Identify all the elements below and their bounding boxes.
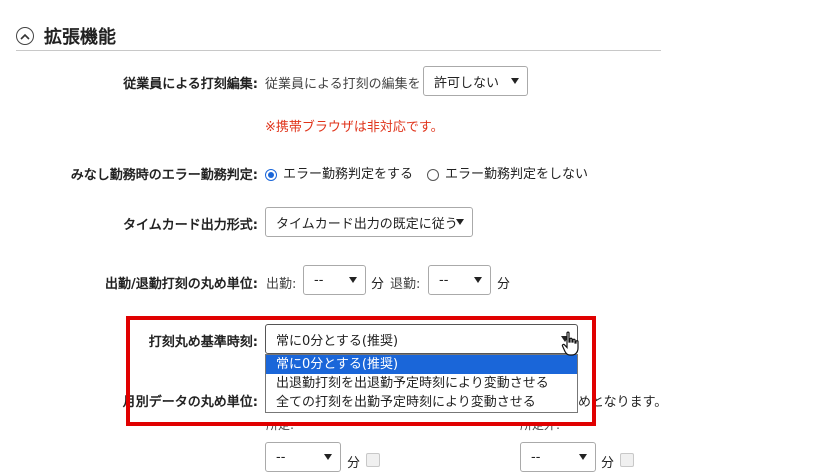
clock-in-label: 出勤: [266,277,297,292]
non-scheduled-unit: 分 [601,456,615,471]
clock-in-rounding-value: -- [314,272,324,288]
non-scheduled-checkbox[interactable] [620,453,634,467]
clock-out-label: 退勤: [390,277,421,292]
chevron-down-icon [511,78,519,84]
section-divider [16,50,661,51]
section-header[interactable]: 拡張機能 [16,22,116,50]
scheduled-rounding-value: -- [276,449,286,465]
scheduled-checkbox[interactable] [366,453,380,467]
error-judgement-label: みなし勤務時のエラー勤務判定: [70,168,258,183]
timecard-format-label: タイムカード出力形式: [123,218,258,233]
chevron-down-icon [324,454,332,460]
clock-edit-label: 従業員による打刻編集: [123,77,258,92]
scheduled-rounding-select[interactable]: -- [265,442,341,472]
clock-edit-select-value: 許可しない [434,75,500,91]
clock-out-rounding-select[interactable]: -- [428,265,491,295]
clock-out-rounding-value: -- [439,272,449,288]
error-judgement-option-no[interactable]: エラー勤務判定をしない [427,163,588,182]
chevron-down-icon [579,454,587,460]
error-judgement-option-no-label: エラー勤務判定をしない [445,167,589,182]
non-scheduled-rounding-value: -- [531,449,541,465]
clock-edit-prefix: 従業員による打刻の編集を [265,77,421,92]
section-title: 拡張機能 [44,27,116,48]
error-judgement-option-yes-label: エラー勤務判定をする [283,167,414,182]
chevron-down-icon [474,277,482,283]
timecard-format-select[interactable]: タイムカード出力の既定に従う [265,207,473,237]
hand-cursor-icon [561,331,579,356]
radio-unselected[interactable] [427,168,439,181]
mobile-warning: ※携帯ブラウザは非対応です。 [265,120,444,135]
timecard-format-select-value: タイムカード出力の既定に従う [276,216,458,232]
chevron-down-icon [349,277,357,283]
highlight-annotation [126,316,596,426]
chevron-up-icon[interactable] [16,27,34,45]
clock-in-unit: 分 [371,277,385,292]
radio-selected[interactable] [265,168,277,181]
clock-out-unit: 分 [497,277,511,292]
clock-in-rounding-select[interactable]: -- [303,265,366,295]
non-scheduled-rounding-select[interactable]: -- [520,442,596,472]
error-judgement-option-yes[interactable]: エラー勤務判定をする [265,163,413,182]
rounding-unit-label: 出勤/退勤打刻の丸め単位: [105,277,258,292]
clock-edit-select[interactable]: 許可しない [423,66,528,96]
scheduled-unit: 分 [347,456,361,471]
chevron-down-icon [456,219,464,225]
